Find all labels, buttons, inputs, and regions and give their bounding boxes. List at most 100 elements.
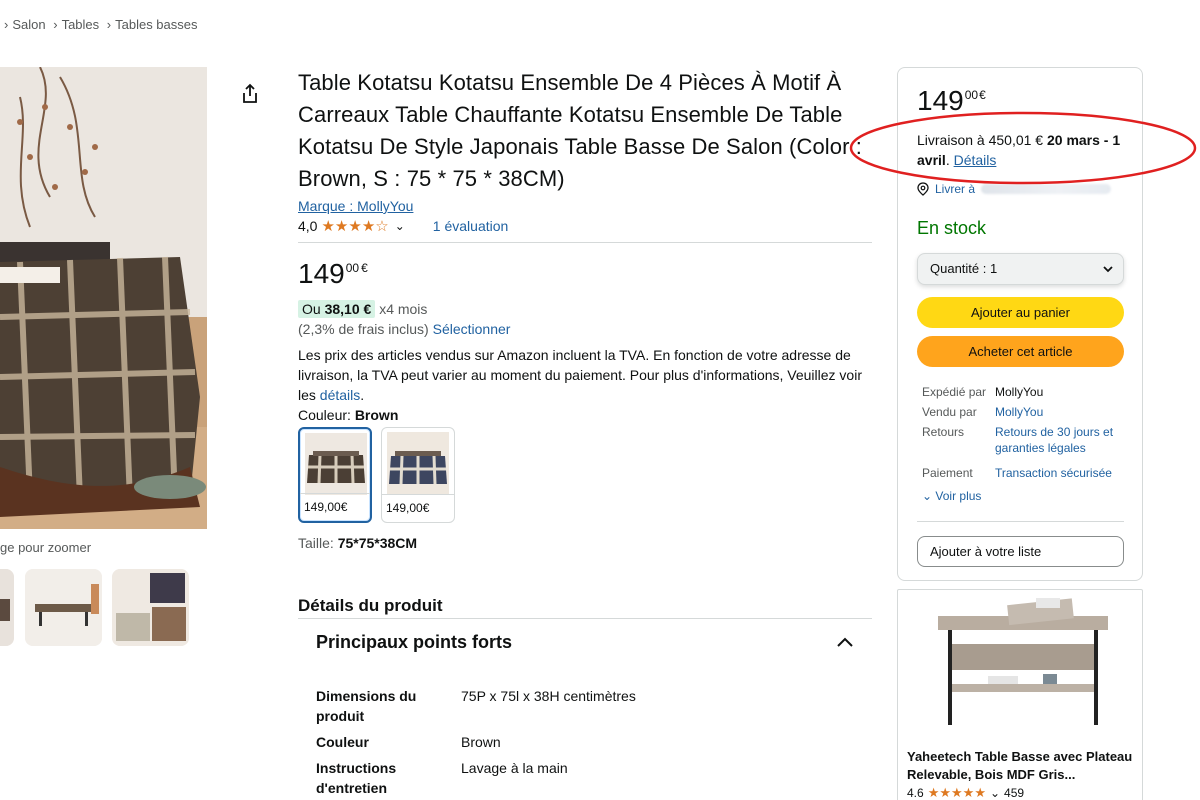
info-value: MollyYou [995,385,1044,399]
info-key: Vendu par [922,405,977,419]
main-product-image[interactable] [0,67,207,529]
returns-link[interactable]: Retours de 30 jours et garanties légales [995,424,1125,456]
ad-product-title[interactable]: Yaheetech Table Basse avec Plateau Relev… [907,748,1135,784]
price-whole: 149 [298,258,345,289]
swatch-image [305,433,367,495]
star-full-icon: ★ [321,218,335,235]
ad-product-image [938,598,1108,725]
product-photo [0,67,207,529]
thumbnail[interactable] [112,569,189,646]
price-whole: 149 [917,85,964,116]
spec-value: 75P x 75l x 38H centimètres [461,688,636,704]
deliver-to-label: Livrer à [935,182,976,196]
deliver-to-location[interactable]: Livrer à [917,182,1112,196]
ad-rating-value: 4.6 [907,786,924,800]
thumbnail-image [112,569,189,646]
see-more-label: Voir plus [935,489,982,503]
breadcrumb-separator: › [106,17,112,32]
installment-pill: Ou 38,10 € [298,300,376,318]
star-rating[interactable]: ★ ★ ★ ★ ☆ [321,217,388,235]
spec-key: Instructions d'entretien [316,760,397,796]
chevron-down-icon [1103,266,1113,273]
brand-link[interactable]: Marque : MollyYou [298,197,872,215]
breadcrumb-item-tables[interactable]: Tables [62,17,100,32]
delivery-cost: Livraison à 450,01 € [917,132,1044,148]
stock-status: En stock [917,218,987,238]
price-fraction: 00 [345,261,360,275]
star-full-icon: ★ [361,218,376,235]
quantity-select[interactable]: Quantité : 1 [917,253,1124,285]
swatch-price: 149,00€ [300,493,370,521]
delivery-info: Livraison à 450,01 € 20 mars - 1 avril. … [917,132,1121,168]
info-key: Paiement [922,466,973,480]
share-icon[interactable] [238,82,262,106]
star-full-icon: ★ [927,785,940,800]
reviews-link[interactable]: 1 évaluation [433,218,509,234]
price-currency: € [361,261,368,275]
delivery-details-link[interactable]: Détails [954,152,997,168]
divider [298,618,872,619]
swatch-price: 149,00€ [382,494,454,522]
chevron-down-icon[interactable]: ⌄ [395,219,405,233]
size-label: Taille: [298,535,334,551]
installment-prefix: Ou [302,301,321,317]
payment-link[interactable]: Transaction sécurisée [995,465,1125,481]
size-value: 75*75*38CM [337,535,418,551]
quantity-label: Quantité : 1 [930,261,998,276]
sponsored-product-card[interactable]: Yaheetech Table Basse avec Plateau Relev… [897,589,1143,800]
spec-value: Lavage à la main [461,760,568,776]
star-full-icon: ★ [334,218,349,235]
buy-now-button[interactable]: Acheter cet article [917,336,1124,367]
color-swatch[interactable]: 149,00€ [381,427,455,523]
size-selector: Taille: 75*75*38CM [298,535,872,551]
spec-key: Couleur [316,734,369,750]
installment-amount: 38,10 € [324,301,372,317]
thumbnail-image [0,569,14,646]
thumbnail[interactable] [25,569,102,646]
vat-text: Les prix des articles vendus sur Amazon … [298,347,862,403]
chevron-down-icon[interactable]: ⌄ [990,786,1000,800]
buy-box: 149 00 € Livraison à 450,01 € 20 mars - … [897,67,1143,581]
swatch-image [387,432,449,494]
breadcrumb-item-tables-basses[interactable]: Tables basses [115,17,197,32]
divider [298,242,872,243]
add-to-list-button[interactable]: Ajouter à votre liste [917,536,1124,567]
vat-notice: Les prix des articles vendus sur Amazon … [298,345,872,405]
info-key: Retours [922,425,965,439]
seller-link[interactable]: MollyYou [995,404,1125,420]
color-swatch-selected[interactable]: 149,00€ [298,427,372,523]
info-key: Expédié par [922,385,987,399]
location-pin-icon [917,182,929,196]
star-full-icon: ★ [939,785,951,800]
color-value: Brown [354,407,399,423]
price-fraction: 00 [964,88,979,102]
color-label: Couleur: [298,407,351,423]
product-title: Table Kotatsu Kotatsu Ensemble De 4 Pièc… [298,70,862,191]
product-price: 149 00 € [298,259,872,289]
star-empty-icon: ☆ [375,218,389,235]
buybox-price: 149 00 € [917,86,986,116]
installment-select-link[interactable]: Sélectionner [433,321,511,337]
star-rating[interactable]: ★ ★ ★ ★ ★ [928,785,986,800]
star-full-icon: ★ [951,785,963,800]
highlights-heading[interactable]: Principaux points forts [316,632,512,653]
breadcrumb-item-salon[interactable]: Salon [12,17,45,32]
star-full-icon: ★ [962,785,975,800]
chevron-down-icon: ⌄ [922,489,933,503]
installment-fees: (2,3% de frais inclus) [298,321,429,337]
installment-suffix: x4 mois [379,301,428,317]
zoom-hint: ge pour zoomer [0,540,92,555]
breadcrumb-separator: › [4,17,9,32]
chevron-up-icon[interactable] [835,634,855,650]
vat-details-link[interactable]: détails [320,387,360,403]
star-full-icon: ★ [348,218,362,235]
thumbnail[interactable] [0,569,14,646]
divider [917,521,1124,522]
blurred-address [981,184,1112,194]
add-to-cart-button[interactable]: Ajouter au panier [917,297,1124,328]
rating-value: 4,0 [298,218,318,234]
see-more-link[interactable]: ⌄ Voir plus [922,489,981,503]
vat-end: . [360,387,365,403]
product-info: Table Kotatsu Kotatsu Ensemble De 4 Pièc… [298,67,872,551]
breadcrumb-separator: › [53,17,58,32]
